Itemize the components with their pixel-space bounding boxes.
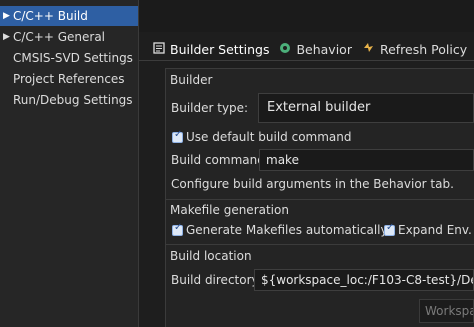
properties-page: Builder Settings Behavior Refresh Policy… bbox=[139, 0, 474, 327]
builder-settings-icon bbox=[153, 41, 165, 57]
tab-behavior[interactable]: Behavior bbox=[279, 42, 352, 57]
generate-makefiles-checkbox[interactable]: ✓ Generate Makefiles automatically bbox=[172, 222, 388, 237]
sidebar-item-cpp-general[interactable]: ▶ C/C++ General bbox=[0, 27, 138, 47]
expand-arrow-icon[interactable]: ▶ bbox=[3, 6, 10, 26]
build-arguments-info: Configure build arguments in the Behavio… bbox=[171, 177, 454, 191]
build-command-input[interactable]: make bbox=[259, 149, 474, 171]
builder-type-select[interactable]: External builder bbox=[258, 93, 474, 123]
builder-type-label: Builder type: bbox=[171, 101, 249, 115]
makefile-section-title: Makefile generation bbox=[170, 203, 289, 217]
tab-label: Refresh Policy bbox=[379, 41, 468, 57]
sidebar-item-cpp-build[interactable]: ▶ C/C++ Build bbox=[0, 6, 138, 26]
checkbox-checked-icon[interactable]: ✓ bbox=[172, 129, 183, 143]
behavior-icon bbox=[279, 42, 291, 57]
tab-refresh-policy[interactable]: Refresh Policy bbox=[362, 41, 467, 57]
sidebar-item-project-references[interactable]: Project References bbox=[0, 69, 138, 89]
builder-settings-panel: Builder Builder type: External builder ✓… bbox=[165, 68, 474, 327]
tab-builder-settings[interactable]: Builder Settings bbox=[153, 42, 269, 57]
sidebar-item-label: C/C++ Build bbox=[13, 9, 88, 23]
sidebar-item-run-debug-settings[interactable]: Run/Debug Settings bbox=[0, 90, 138, 110]
tab-label: Builder Settings bbox=[170, 41, 270, 57]
build-directory-label: Build directory: bbox=[171, 273, 262, 287]
tab-divider bbox=[139, 60, 474, 61]
tab-bar: Builder Settings Behavior Refresh Policy bbox=[153, 38, 474, 60]
tab-label: Behavior bbox=[296, 41, 352, 57]
builder-section-title: Builder bbox=[170, 73, 213, 87]
build-location-section-title: Build location bbox=[170, 249, 252, 263]
build-command-label: Build command: bbox=[171, 153, 269, 167]
section-divider bbox=[166, 199, 474, 200]
sidebar-item-label: C/C++ General bbox=[13, 30, 106, 44]
checkbox-label: Expand Env. Va bbox=[398, 223, 474, 237]
refresh-policy-icon bbox=[362, 41, 375, 57]
sidebar-item-label: Run/Debug Settings bbox=[13, 93, 133, 107]
checkbox-label: Use default build command bbox=[186, 130, 352, 144]
sidebar-item-cmsis-svd-settings[interactable]: CMSIS-SVD Settings bbox=[0, 48, 138, 68]
expand-arrow-icon[interactable]: ▶ bbox=[3, 27, 10, 47]
expand-env-variables-checkbox[interactable]: ✓ Expand Env. Va bbox=[384, 222, 474, 237]
use-default-build-command-checkbox[interactable]: ✓ Use default build command bbox=[172, 129, 352, 144]
sidebar-item-label: CMSIS-SVD Settings bbox=[13, 51, 133, 65]
header-strip bbox=[139, 0, 474, 32]
workspace-button[interactable]: Workspac bbox=[419, 299, 474, 323]
checkbox-checked-icon[interactable]: ✓ bbox=[172, 222, 183, 236]
checkbox-label: Generate Makefiles automatically bbox=[186, 223, 388, 237]
sidebar: ▶ C/C++ Build ▶ C/C++ General CMSIS-SVD … bbox=[0, 0, 139, 327]
section-divider bbox=[166, 244, 474, 245]
sidebar-item-label: Project References bbox=[13, 72, 125, 86]
build-directory-input[interactable]: ${workspace_loc:/F103-C8-test}/Debug bbox=[254, 269, 474, 291]
checkbox-checked-icon[interactable]: ✓ bbox=[384, 222, 395, 236]
